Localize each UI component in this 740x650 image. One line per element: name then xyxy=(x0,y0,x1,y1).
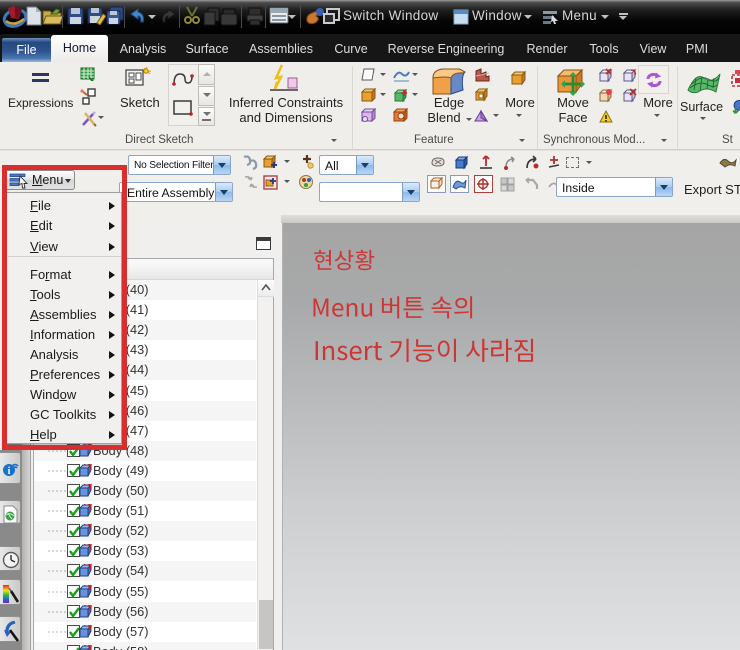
svg-text:i: i xyxy=(8,466,11,477)
